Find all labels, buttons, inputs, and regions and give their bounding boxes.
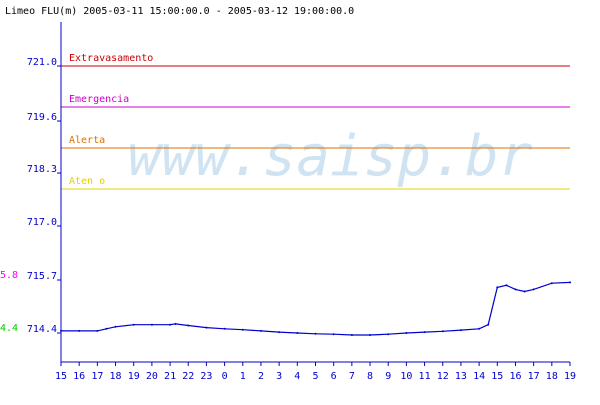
start-value-marker: 4.4	[0, 323, 18, 334]
series-point	[187, 324, 190, 327]
y-tick-label: 714.4	[27, 324, 57, 335]
x-tick-label: 1	[240, 371, 246, 382]
series-point	[223, 327, 226, 330]
value-markers: 5.8 4.4	[0, 270, 18, 334]
series-point	[532, 288, 535, 291]
x-tick-label: 9	[385, 371, 391, 382]
x-tick-label: 3	[276, 371, 282, 382]
series-point	[487, 323, 490, 326]
x-tick-label: 8	[367, 371, 373, 382]
y-tick-label: 719.6	[27, 112, 57, 123]
series-point	[205, 326, 208, 329]
series-line	[61, 281, 571, 336]
series-point	[405, 332, 408, 334]
x-tick-label: 19	[128, 371, 140, 382]
series-layer	[60, 281, 571, 336]
series-point	[241, 328, 244, 331]
series-point	[78, 329, 81, 332]
threshold-label: Aten o	[69, 176, 105, 187]
x-tick-label: 18	[110, 371, 122, 382]
x-tick-label: 7	[349, 371, 355, 382]
x-tick-label: 22	[182, 371, 194, 382]
x-tick-label: 13	[455, 371, 467, 382]
x-tick-label: 17	[528, 371, 540, 382]
x-tick-label: 17	[91, 371, 103, 382]
watermark-text: www.saisp.br	[128, 124, 533, 189]
series-point	[332, 333, 335, 336]
series-point	[314, 332, 317, 335]
x-tick-label: 10	[400, 371, 412, 382]
chart-title: Limeo FLU(m) 2005-03-11 15:00:00.0 - 200…	[5, 6, 354, 17]
series-point	[60, 329, 62, 332]
series-point	[459, 329, 462, 332]
series-point	[278, 331, 281, 334]
series-point	[441, 330, 444, 333]
series-point	[505, 284, 508, 287]
y-tick-label: 717.0	[27, 217, 57, 228]
series-point	[514, 288, 517, 291]
series-point	[523, 290, 526, 293]
series-point	[350, 334, 353, 336]
x-tick-label: 11	[419, 371, 431, 382]
level-chart: Limeo FLU(m) 2005-03-11 15:00:00.0 - 200…	[0, 6, 576, 382]
y-tick-label: 715.7	[27, 271, 57, 282]
series-point	[296, 332, 299, 334]
series-point	[423, 331, 426, 334]
series-point	[132, 323, 135, 326]
current-value-marker: 5.8	[0, 270, 18, 281]
x-tick-label: 18	[546, 371, 558, 382]
x-tick-label: 19	[564, 371, 576, 382]
series-point	[114, 325, 117, 328]
x-tick-label: 16	[73, 371, 85, 382]
threshold-label: Emergencia	[69, 94, 129, 105]
x-tick-label: 15	[491, 371, 503, 382]
y-tick-label: 721.0	[27, 57, 57, 68]
series-point	[496, 286, 499, 289]
series-point	[387, 333, 390, 336]
series-point	[96, 329, 99, 332]
x-tick-label: 4	[294, 371, 300, 382]
series-point	[478, 327, 481, 330]
threshold-label: Alerta	[69, 135, 105, 146]
series-point	[260, 329, 262, 332]
x-tick-label: 12	[437, 371, 449, 382]
series-point	[150, 323, 153, 326]
chart-container: Limeo FLU(m) 2005-03-11 15:00:00.0 - 200…	[0, 0, 600, 400]
x-tick-label: 2	[258, 371, 264, 382]
x-tick-label: 15	[55, 371, 67, 382]
series-point	[105, 327, 108, 330]
x-tick-label: 21	[164, 371, 176, 382]
series-point	[569, 281, 571, 284]
x-tick-label: 16	[509, 371, 521, 382]
x-tick-label: 6	[331, 371, 337, 382]
threshold-label: Extravasamento	[69, 53, 153, 64]
x-tick-label: 23	[200, 371, 212, 382]
x-tick-label: 0	[222, 371, 228, 382]
series-point	[169, 323, 172, 326]
y-tick-label: 718.3	[27, 164, 57, 175]
series-point	[174, 322, 177, 325]
series-point	[550, 282, 553, 285]
x-tick-label: 5	[312, 371, 318, 382]
series-point	[369, 334, 371, 336]
x-tick-label: 20	[146, 371, 158, 382]
x-tick-label: 14	[473, 371, 485, 382]
